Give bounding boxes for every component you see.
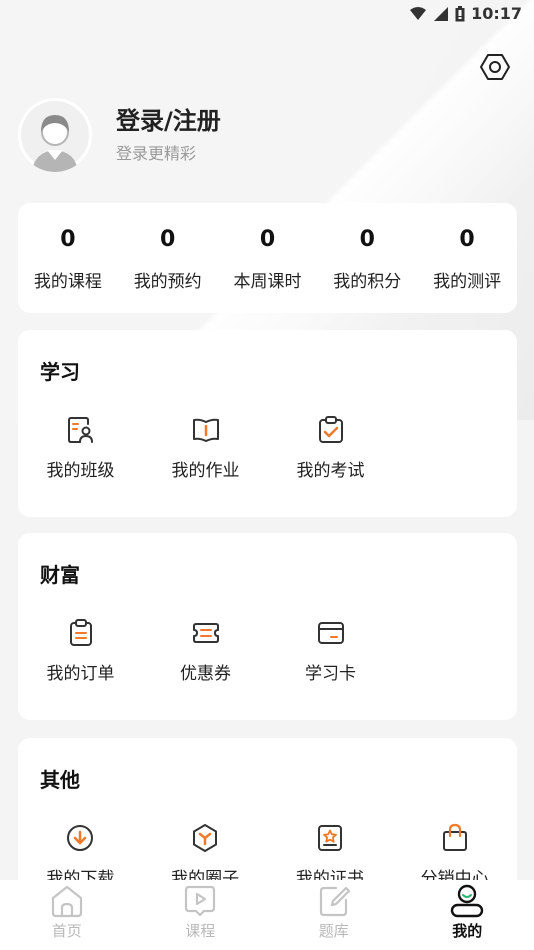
- battery-icon: [455, 5, 465, 21]
- stat-my-assessments[interactable]: 0 我的测评: [417, 203, 517, 313]
- stat-value: 0: [459, 227, 475, 252]
- status-bar: 10:17: [0, 0, 534, 30]
- tab-home[interactable]: 首页: [0, 880, 134, 950]
- stat-value: 0: [160, 227, 176, 252]
- stat-my-appointments[interactable]: 0 我的预约: [118, 203, 218, 313]
- study-card-icon: [315, 617, 347, 649]
- stat-my-courses[interactable]: 0 我的课程: [18, 203, 118, 313]
- login-register-link[interactable]: 登录/注册: [116, 106, 221, 136]
- tab-label: 课程: [185, 922, 216, 940]
- settings-icon: [480, 54, 510, 80]
- wealth-items: 我的订单 优惠券 学习卡: [18, 617, 517, 684]
- status-time: 10:17: [471, 4, 522, 23]
- wealth-section: 财富 我的订单 优惠券 学习卡: [18, 533, 517, 720]
- stat-weekly-hours[interactable]: 0 本周课时: [218, 203, 318, 313]
- section-title: 财富: [40, 563, 80, 587]
- stat-label: 本周课时: [233, 272, 302, 292]
- tab-course[interactable]: 课程: [134, 880, 268, 950]
- stat-label: 我的积分: [333, 272, 402, 292]
- tab-label: 我的: [452, 922, 483, 940]
- distribution-center-item[interactable]: 分销中心: [392, 822, 517, 889]
- profile-icon: [451, 884, 484, 918]
- stats-card: 0 我的课程 0 我的预约 0 本周课时 0 我的积分 0 我的测评: [18, 203, 517, 313]
- stat-label: 我的预约: [133, 272, 202, 292]
- tab-label: 首页: [51, 922, 82, 940]
- tab-question-bank[interactable]: 题库: [267, 880, 401, 950]
- circle-icon: [189, 822, 221, 854]
- coupon-icon: [190, 617, 222, 649]
- wifi-icon: [410, 6, 427, 20]
- homework-icon: [190, 414, 222, 446]
- my-exam-item[interactable]: 我的考试: [268, 414, 393, 481]
- my-class-item[interactable]: 我的班级: [18, 414, 143, 481]
- tab-label: 题库: [318, 922, 349, 940]
- item-label: 我的考试: [296, 461, 365, 481]
- other-items: 我的下载 我的圈子 我的证书 分销中心: [18, 822, 517, 889]
- signal-icon: [434, 6, 449, 21]
- avatar[interactable]: [18, 98, 92, 172]
- class-icon: [65, 414, 97, 446]
- my-download-item[interactable]: 我的下载: [18, 822, 143, 889]
- my-circle-item[interactable]: 我的圈子: [143, 822, 268, 889]
- item-label: 我的作业: [171, 461, 240, 481]
- my-homework-item[interactable]: 我的作业: [143, 414, 268, 481]
- question-bank-icon: [319, 886, 350, 917]
- my-order-item[interactable]: 我的订单: [18, 617, 143, 684]
- study-card-item[interactable]: 学习卡: [268, 617, 393, 684]
- stat-my-points[interactable]: 0 我的积分: [317, 203, 417, 313]
- section-title: 其他: [40, 768, 80, 792]
- download-icon: [64, 822, 96, 854]
- item-label: 学习卡: [305, 664, 356, 684]
- stat-label: 我的课程: [33, 272, 102, 292]
- default-avatar-icon: [18, 98, 92, 172]
- status-icons: 10:17: [409, 4, 522, 23]
- section-title: 学习: [40, 360, 80, 384]
- item-label: 我的班级: [46, 461, 115, 481]
- tab-profile[interactable]: 我的: [401, 880, 534, 950]
- coupon-item[interactable]: 优惠券: [143, 617, 268, 684]
- distribution-icon: [439, 822, 471, 854]
- course-icon: [185, 885, 216, 917]
- certificate-icon: [314, 822, 346, 854]
- order-icon: [65, 617, 97, 649]
- stat-value: 0: [359, 227, 375, 252]
- stat-value: 0: [259, 227, 276, 252]
- stat-value: 0: [60, 227, 76, 252]
- study-items: 我的班级 我的作业 我的考试: [18, 414, 517, 481]
- study-section: 学习 我的班级 我的作业 我的考试: [18, 330, 517, 517]
- home-icon: [51, 885, 82, 918]
- stat-label: 我的测评: [433, 272, 502, 292]
- settings-button[interactable]: [478, 50, 512, 84]
- profile-text: 登录/注册 登录更精彩: [116, 106, 221, 164]
- my-certificate-item[interactable]: 我的证书: [268, 822, 393, 889]
- item-label: 优惠券: [180, 664, 231, 684]
- login-subtitle: 登录更精彩: [116, 144, 197, 163]
- item-label: 我的订单: [46, 664, 115, 684]
- exam-icon: [315, 414, 347, 446]
- profile-header: 登录/注册 登录更精彩: [18, 98, 221, 172]
- bottom-tab-bar: 首页 课程 题库 我的: [0, 880, 534, 950]
